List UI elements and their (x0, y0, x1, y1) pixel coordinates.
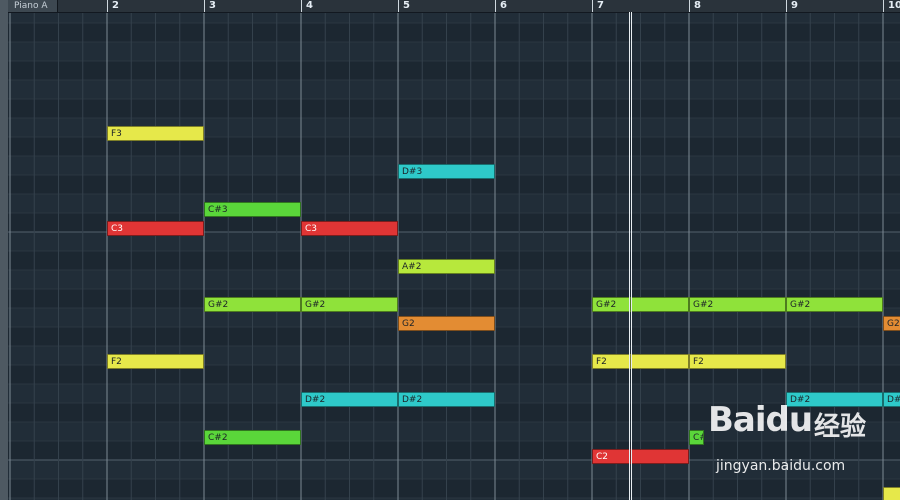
grid-row (8, 441, 900, 460)
midi-note[interactable]: G2 (883, 316, 900, 331)
grid-row (8, 99, 900, 118)
midi-note[interactable]: C3 (107, 221, 204, 236)
playhead-cursor[interactable] (628, 12, 632, 500)
midi-note[interactable]: C3 (301, 221, 398, 236)
timeline-ruler[interactable]: 2 3 4 5 6 7 8 9 10 (8, 0, 900, 13)
grid-row (8, 61, 900, 80)
midi-note[interactable]: D#2 (883, 392, 900, 407)
grid-row (8, 23, 900, 42)
key-editor[interactable]: 2 3 4 5 6 7 8 9 10 Piano A Baidu 经验 jingyan.baid… (0, 0, 900, 500)
midi-note[interactable]: D#2 (786, 392, 883, 407)
ruler-bar-number[interactable]: 9 (786, 0, 798, 12)
midi-note[interactable]: F2 (592, 354, 631, 369)
midi-note[interactable]: F2 (689, 354, 786, 369)
ruler-bar-number[interactable]: 10 (883, 0, 900, 12)
midi-note[interactable]: G2 (398, 316, 495, 331)
midi-note[interactable] (630, 354, 689, 369)
midi-note[interactable]: G#2 (592, 297, 631, 312)
midi-note[interactable] (883, 487, 900, 500)
midi-note[interactable]: G#2 (689, 297, 786, 312)
grid-lines (8, 12, 900, 500)
midi-note[interactable]: D#3 (398, 164, 495, 179)
grid-row (8, 42, 900, 61)
midi-note[interactable]: C2 (592, 449, 631, 464)
midi-note[interactable]: F3 (107, 126, 204, 141)
ruler-bar-number[interactable]: 5 (398, 0, 410, 12)
midi-note[interactable]: D#2 (398, 392, 495, 407)
grid-row (8, 422, 900, 441)
midi-note[interactable]: C#2 (204, 430, 301, 445)
midi-note[interactable]: G#2 (301, 297, 398, 312)
grid-row (8, 460, 900, 479)
midi-note[interactable]: G#2 (204, 297, 301, 312)
midi-note[interactable]: C#2 (689, 430, 704, 445)
midi-note[interactable]: A#2 (398, 259, 495, 274)
track-name-label: Piano A (8, 0, 58, 12)
ruler-bar-number[interactable]: 7 (592, 0, 604, 12)
midi-note[interactable]: D#2 (301, 392, 398, 407)
ruler-bar-number[interactable]: 6 (495, 0, 507, 12)
midi-note[interactable]: F2 (107, 354, 204, 369)
midi-note[interactable]: C#3 (204, 202, 301, 217)
grid-row (8, 194, 900, 213)
midi-note[interactable] (630, 297, 689, 312)
grid-row (8, 80, 900, 99)
ruler-bar-number[interactable]: 2 (107, 0, 119, 12)
note-grid[interactable] (8, 12, 900, 500)
midi-note[interactable] (630, 449, 689, 464)
ruler-bar-number[interactable]: 4 (301, 0, 313, 12)
grid-row (8, 479, 900, 498)
midi-note[interactable]: G#2 (786, 297, 883, 312)
ruler-bar-number[interactable]: 3 (204, 0, 216, 12)
ruler-bar-number[interactable]: 8 (689, 0, 701, 12)
grid-row (8, 12, 900, 23)
